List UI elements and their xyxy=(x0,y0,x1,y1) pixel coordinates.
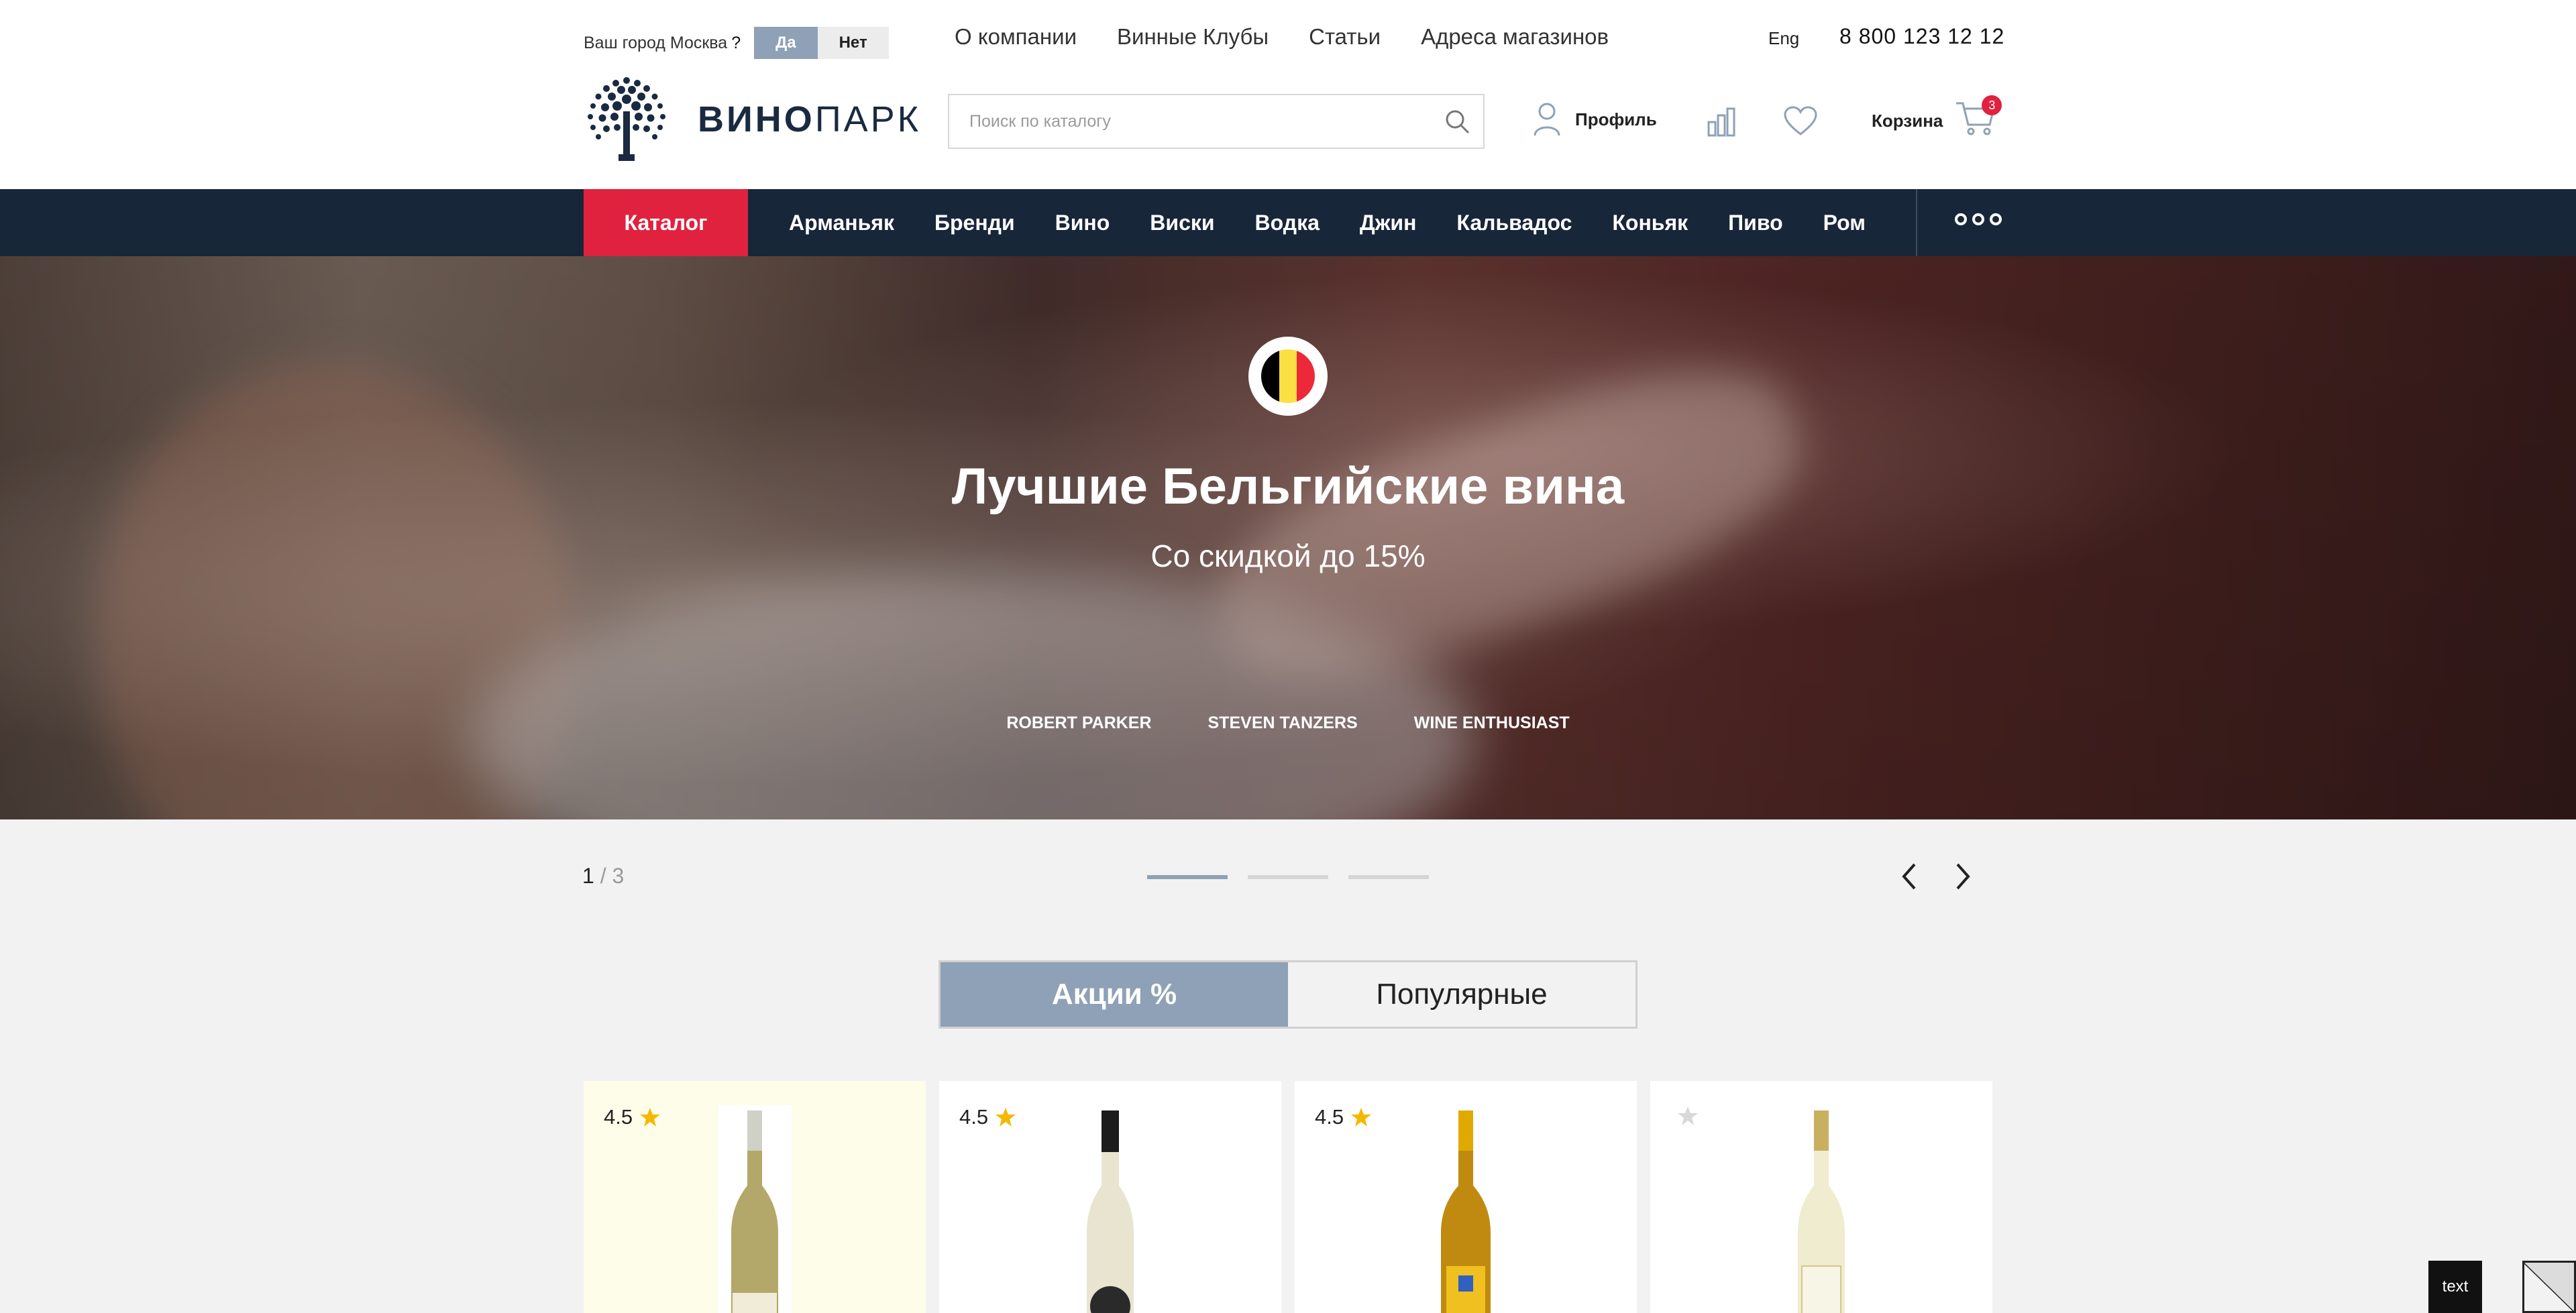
nav-armagnac[interactable]: Арманьяк xyxy=(789,211,894,235)
search-box xyxy=(948,94,1485,149)
link-about[interactable]: О компании xyxy=(955,24,1077,50)
tab-popular[interactable]: Популярные xyxy=(1288,962,1635,1027)
city-label: Ваш город xyxy=(584,33,665,52)
flag-stripe-2 xyxy=(1279,349,1297,403)
logo[interactable]: ВИНОПАРК xyxy=(582,74,921,165)
rating-value: 4.5 xyxy=(1315,1105,1344,1129)
rating-sources: ROBERT PARKER STEVEN TANZERS WINE ENTHUS… xyxy=(0,713,2576,733)
slide-total: 3 xyxy=(612,864,625,888)
arrow-right-icon[interactable] xyxy=(1953,862,1972,891)
nav-vodka[interactable]: Водка xyxy=(1255,211,1320,235)
wine-bottle-image xyxy=(1798,1110,1845,1313)
product-rating: 4.5 xyxy=(1315,1105,1372,1129)
slide-counter: 1 / 3 xyxy=(582,864,624,889)
user-icon xyxy=(1534,103,1560,136)
more-icon[interactable] xyxy=(1955,213,2002,225)
phone-number[interactable]: 8 800 123 12 12 xyxy=(1839,24,2004,49)
city-yes-button[interactable]: Да xyxy=(754,27,818,59)
wine-bottle-image xyxy=(718,1105,792,1313)
header: Ваш город Москва ? Да Нет О компании Вин… xyxy=(0,0,2576,189)
star-icon xyxy=(1351,1108,1372,1127)
profile-label: Профиль xyxy=(1575,109,1657,129)
slide-current: 1 xyxy=(582,864,594,888)
nav-whisky[interactable]: Виски xyxy=(1150,211,1214,235)
hero-banner[interactable]: Лучшие Бельгийские вина Со скидкой до 15… xyxy=(0,256,2576,819)
star-icon xyxy=(640,1108,661,1127)
nav-calvados[interactable]: Кальвадос xyxy=(1456,211,1572,235)
product-rating: 4.5 xyxy=(959,1105,1016,1129)
link-store-addresses[interactable]: Адреса магазинов xyxy=(1421,24,1609,50)
slide-indicator-1[interactable] xyxy=(1147,875,1228,879)
rating-source-tanzers: STEVEN TANZERS xyxy=(1208,713,1358,732)
link-wine-clubs[interactable]: Винные Клубы xyxy=(1117,24,1269,50)
nav-brandy[interactable]: Бренди xyxy=(934,211,1015,235)
tab-promotions[interactable]: Акции % xyxy=(941,962,1288,1027)
language-switch[interactable]: Eng xyxy=(1768,28,1799,49)
nav-wine[interactable]: Вино xyxy=(1055,211,1110,235)
product-tabs: Акции % Популярные xyxy=(938,960,1638,1029)
arrow-left-icon[interactable] xyxy=(1900,862,1919,891)
product-card[interactable]: 4.5 xyxy=(939,1081,1281,1313)
slide-indicator-3[interactable] xyxy=(1348,875,1429,879)
city-name: Москва xyxy=(669,33,728,52)
top-links: О компании Винные Клубы Статьи Адреса ма… xyxy=(955,24,1609,50)
nav-divider xyxy=(1916,189,1917,256)
logo-wordmark: ВИНОПАРК xyxy=(698,99,922,139)
profile-link[interactable]: Профиль xyxy=(1532,102,1657,137)
compare-icon[interactable] xyxy=(1705,106,1737,141)
slide-indicator-2[interactable] xyxy=(1248,875,1328,879)
rating-source-parker: ROBERT PARKER xyxy=(1006,713,1152,732)
nav-beer[interactable]: Пиво xyxy=(1728,211,1782,235)
flag-stripe-1 xyxy=(1261,349,1279,403)
link-articles[interactable]: Статьи xyxy=(1309,24,1381,50)
nav-cognac[interactable]: Коньяк xyxy=(1612,211,1688,235)
rating-source-enthusiast: WINE ENTHUSIAST xyxy=(1413,713,1570,732)
city-question: ? xyxy=(731,33,741,52)
city-no-button[interactable]: Нет xyxy=(817,27,889,59)
category-nav: Каталог Арманьяк Бренди Вино Виски Водка… xyxy=(0,189,2576,256)
category-list: Арманьяк Бренди Вино Виски Водка Джин Ка… xyxy=(789,189,1866,256)
logo-tree-icon xyxy=(588,77,665,161)
hero-title: Лучшие Бельгийские вина xyxy=(951,458,1625,515)
slide-separator: / xyxy=(594,864,612,888)
city-selector: Ваш город Москва ? Да Нет xyxy=(584,27,889,59)
search-input[interactable] xyxy=(969,111,1426,131)
nav-rum[interactable]: Ром xyxy=(1823,211,1866,235)
star-icon xyxy=(996,1108,1016,1127)
hero-subtitle: Со скидкой до 15% xyxy=(1150,538,1426,573)
product-list: 4.5 4.5 4.5 xyxy=(584,1081,1992,1313)
wine-bottle-image xyxy=(1087,1110,1134,1313)
product-rating xyxy=(1670,1105,1699,1127)
catalog-button[interactable]: Каталог xyxy=(584,189,748,256)
search-icon[interactable] xyxy=(1443,107,1472,140)
product-card[interactable]: 4.5 xyxy=(584,1081,926,1313)
heart-icon[interactable] xyxy=(1783,106,1818,140)
product-rating: 4.5 xyxy=(604,1105,661,1129)
nav-gin[interactable]: Джин xyxy=(1360,211,1416,235)
slide-indicators xyxy=(1147,875,1429,879)
cart-label: Корзина xyxy=(1872,111,1943,131)
rating-value: 4.5 xyxy=(604,1105,633,1129)
slider-arrows xyxy=(1900,862,1972,891)
cart-link[interactable]: Корзина 3 xyxy=(1872,95,2002,141)
rating-value: 4.5 xyxy=(959,1105,989,1129)
star-icon xyxy=(1678,1106,1698,1125)
floating-text-button[interactable]: text xyxy=(2428,1261,2482,1313)
belgium-flag-icon xyxy=(1248,337,1328,416)
flag-stripe-3 xyxy=(1297,349,1315,403)
product-card[interactable]: 4.5 xyxy=(1295,1081,1637,1313)
product-card[interactable] xyxy=(1650,1081,1992,1313)
corner-fold-icon[interactable] xyxy=(2522,1261,2576,1313)
wine-bottle-image xyxy=(1441,1110,1491,1313)
cart-count-badge: 3 xyxy=(1982,95,2002,115)
cart-icon: 3 xyxy=(1955,95,2002,141)
